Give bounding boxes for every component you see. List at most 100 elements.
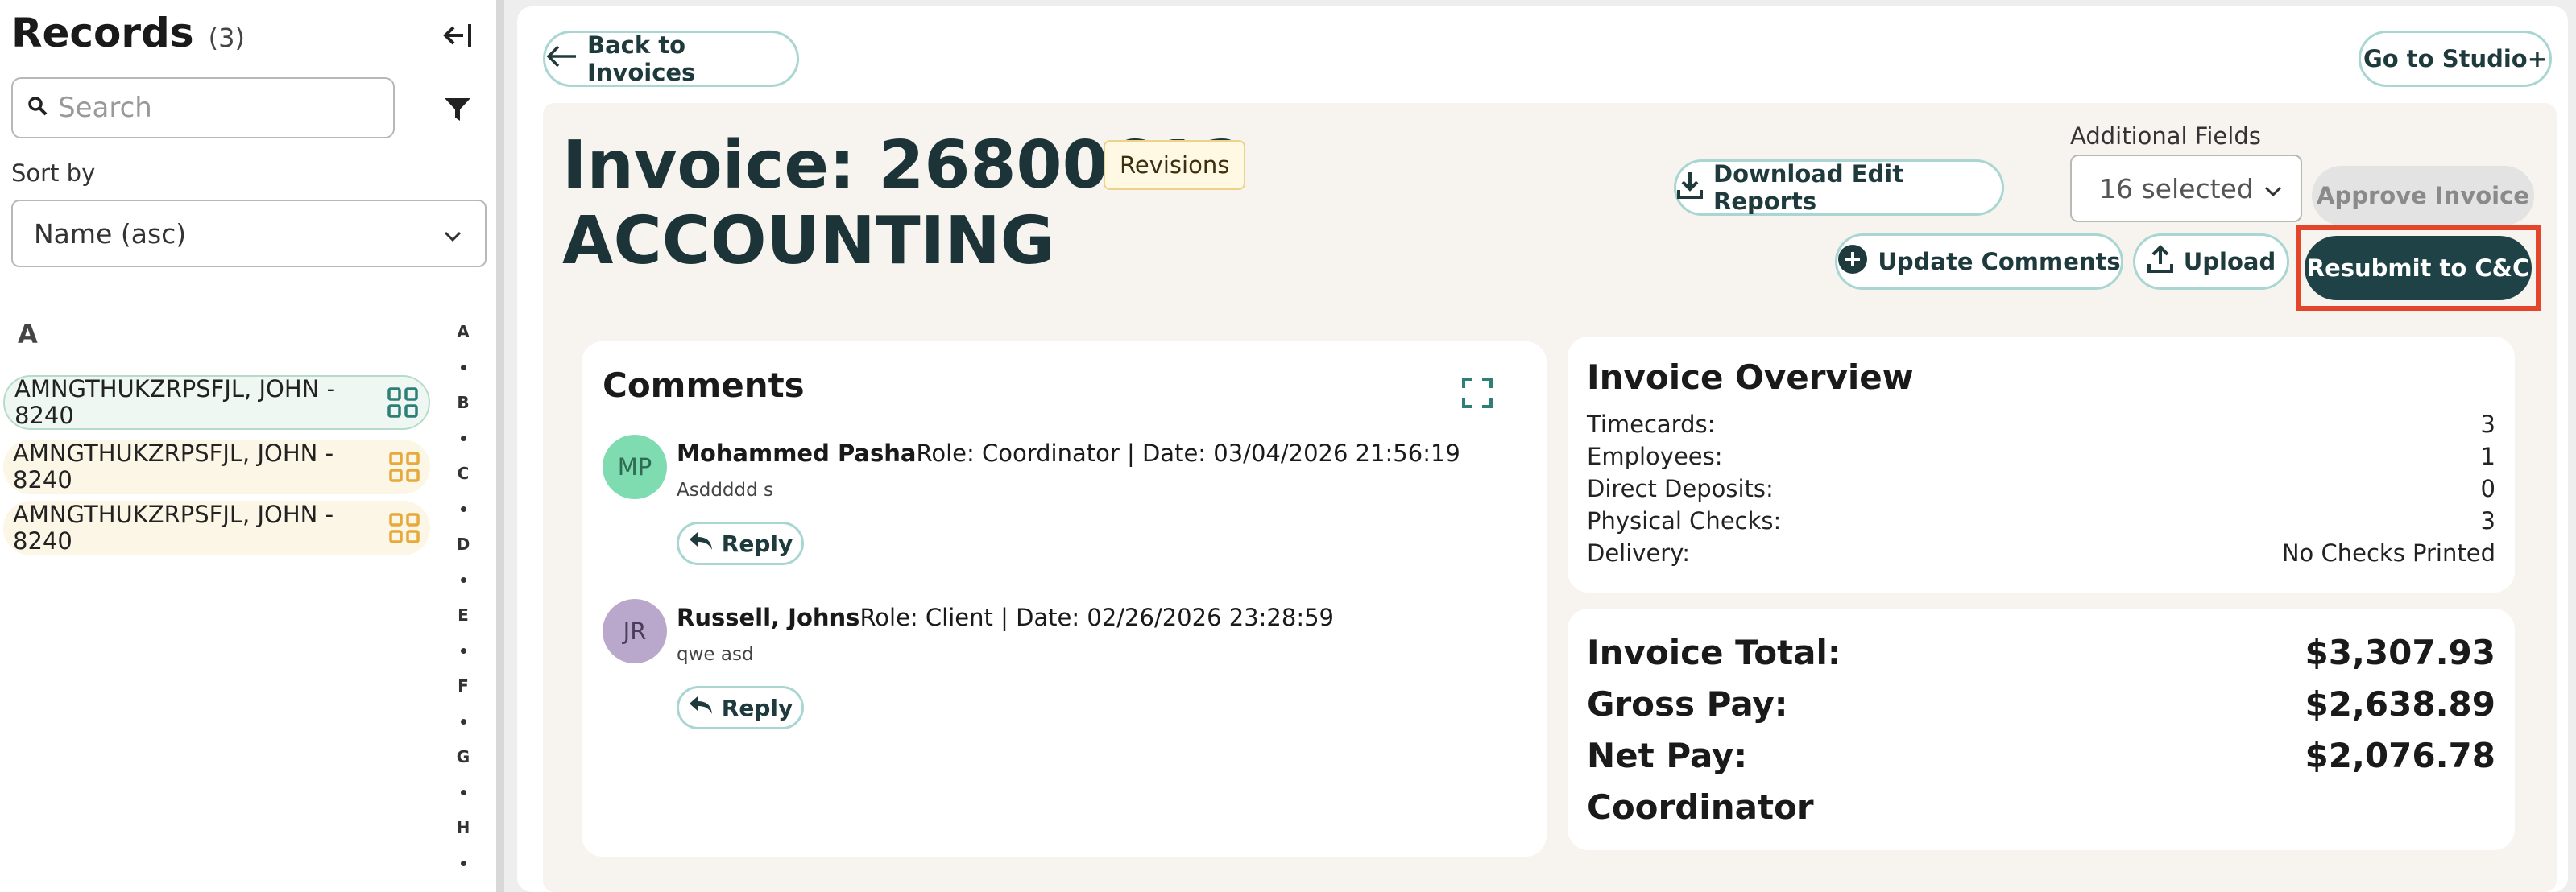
additional-fields-value: 16 selected [2099,172,2254,204]
update-comments-label: Update Comments [1878,248,2121,275]
alpha-index-item[interactable]: E [451,597,475,633]
invoice-overview-card: Invoice Overview Timecards: 3 Employees:… [1568,337,2515,593]
go-to-studio-label: Go to Studio+ [2363,45,2548,72]
grid-icon[interactable] [388,512,420,544]
alphabet-index: A B C D E F G H I [451,314,475,892]
totals-row: Invoice Total: $3,307.93 [1587,633,2495,672]
reply-icon [688,531,714,557]
alpha-index-dot [451,562,475,597]
record-label: AMNGTHUKZRPSFJL, JOHN - 8240 [14,375,336,429]
reply-button[interactable]: Reply [677,522,804,565]
update-comments-button[interactable]: Update Comments [1835,233,2123,290]
list-item[interactable]: AMNGTHUKZRPSFJL, JOHN - 8240 [3,501,430,555]
back-to-invoices-button[interactable]: Back to Invoices [543,31,799,87]
grid-icon[interactable] [387,386,419,419]
alpha-index-item[interactable]: H [451,810,475,845]
upload-icon [2147,244,2174,279]
chevron-down-icon [2263,173,2283,204]
invoice-totals-card: Invoice Total: $3,307.93 Gross Pay: $2,6… [1568,609,2515,850]
comment-meta: Role: Client | Date: 02/26/2026 23:28:59 [859,604,1334,631]
alpha-index-item[interactable]: G [451,739,475,774]
expand-icon[interactable] [1461,377,1493,409]
totals-value: $2,076.78 [2305,736,2495,775]
avatar: JR [603,599,667,663]
approve-invoice-button[interactable]: Approve Invoice [2312,166,2534,225]
alpha-index-item[interactable]: F [451,668,475,704]
resubmit-button[interactable]: Resubmit to C&C [2305,236,2532,300]
overview-row: Delivery: No Checks Printed [1587,539,2495,567]
invoice-main: Back to Invoices Go to Studio+ Invoice: … [517,6,2568,892]
alpha-index-item[interactable]: B [451,385,475,420]
overview-label: Delivery: [1587,539,1691,567]
comment-meta: Role: Coordinator | Date: 03/04/2026 21:… [916,440,1460,467]
invoice-panel: Invoice: 26800612 ACCOUNTING Revisions D… [543,103,2557,892]
totals-value: $3,307.93 [2305,633,2495,672]
collapse-sidebar-icon[interactable] [440,19,477,52]
grid-icon[interactable] [388,451,420,483]
sidebar-scrollbar[interactable] [496,0,504,892]
record-label: AMNGTHUKZRPSFJL, JOHN - 8240 [13,501,334,555]
back-to-invoices-label: Back to Invoices [587,31,696,86]
resubmit-highlight: Resubmit to C&C [2296,225,2541,311]
records-sidebar: Records (3) Sort by [0,0,504,892]
reply-label: Reply [721,694,793,721]
avatar: MP [603,435,667,499]
totals-row: Net Pay: $2,076.78 [1587,736,2495,775]
arrow-left-icon [545,45,578,73]
search-icon [27,96,48,120]
comment-text: qwe asd [677,644,754,665]
list-item[interactable]: AMNGTHUKZRPSFJL, JOHN - 8240 [3,375,430,430]
plus-circle-icon [1837,244,1868,280]
comment-author: Mohammed Pasha [677,440,917,467]
overview-row: Timecards: 3 [1587,411,2495,438]
comment-text: Asddddd s [677,480,774,501]
totals-value: $2,638.89 [2305,684,2495,724]
overview-value: 3 [2480,507,2495,535]
reply-icon [688,695,714,721]
alpha-index-item[interactable]: I [451,881,475,892]
app-root: Records (3) Sort by [0,0,2576,892]
alpha-index-dot [451,704,475,739]
sort-label: Sort by [11,159,96,187]
totals-row: Coordinator [1587,787,2495,827]
upload-label: Upload [2183,248,2276,275]
search-input[interactable] [58,92,364,124]
comment-item: MP Mohammed PashaRole: Coordinator | Dat… [603,435,1521,572]
totals-label: Coordinator [1587,787,1814,827]
list-item[interactable]: AMNGTHUKZRPSFJL, JOHN - 8240 [3,440,430,494]
sort-select[interactable]: Name (asc) [11,200,487,267]
alpha-index-item[interactable]: C [451,456,475,491]
alpha-index-item[interactable]: A [451,314,475,349]
alpha-index-item[interactable]: D [451,527,475,562]
record-label: AMNGTHUKZRPSFJL, JOHN - 8240 [13,440,334,493]
download-edit-reports-label: Download Edit Reports [1713,160,1904,215]
comment-header: Mohammed PashaRole: Coordinator | Date: … [677,440,1460,467]
sort-value: Name (asc) [34,217,187,250]
reply-button[interactable]: Reply [677,686,804,729]
totals-label: Gross Pay: [1587,684,1788,724]
overview-value: 3 [2480,411,2495,438]
upload-button[interactable]: Upload [2133,233,2289,290]
download-icon [1676,171,1704,205]
download-edit-reports-button[interactable]: Download Edit Reports [1674,159,2004,216]
group-letter-header: A [18,319,38,349]
totals-label: Net Pay: [1587,736,1748,775]
alpha-index-dot [451,420,475,456]
overview-row: Direct Deposits: 0 [1587,475,2495,502]
go-to-studio-button[interactable]: Go to Studio+ [2359,31,2552,87]
totals-label: Invoice Total: [1587,633,1841,672]
invoice-overview-title: Invoice Overview [1587,357,1914,397]
alpha-index-dot [451,349,475,385]
comments-card: Comments MP Mohammed PashaRole: Coordina… [582,341,1547,857]
overview-value: 0 [2480,475,2495,502]
overview-value: No Checks Printed [2281,539,2495,567]
additional-fields-select[interactable]: 16 selected [2070,155,2302,222]
status-badge: Revisions [1104,140,1246,190]
alpha-index-dot [451,491,475,527]
overview-row: Physical Checks: 3 [1587,507,2495,535]
record-count: (3) [208,23,245,53]
chevron-down-icon [443,218,462,250]
filter-icon[interactable] [440,93,475,126]
overview-label: Physical Checks: [1587,507,1782,535]
search-field[interactable] [11,77,395,138]
